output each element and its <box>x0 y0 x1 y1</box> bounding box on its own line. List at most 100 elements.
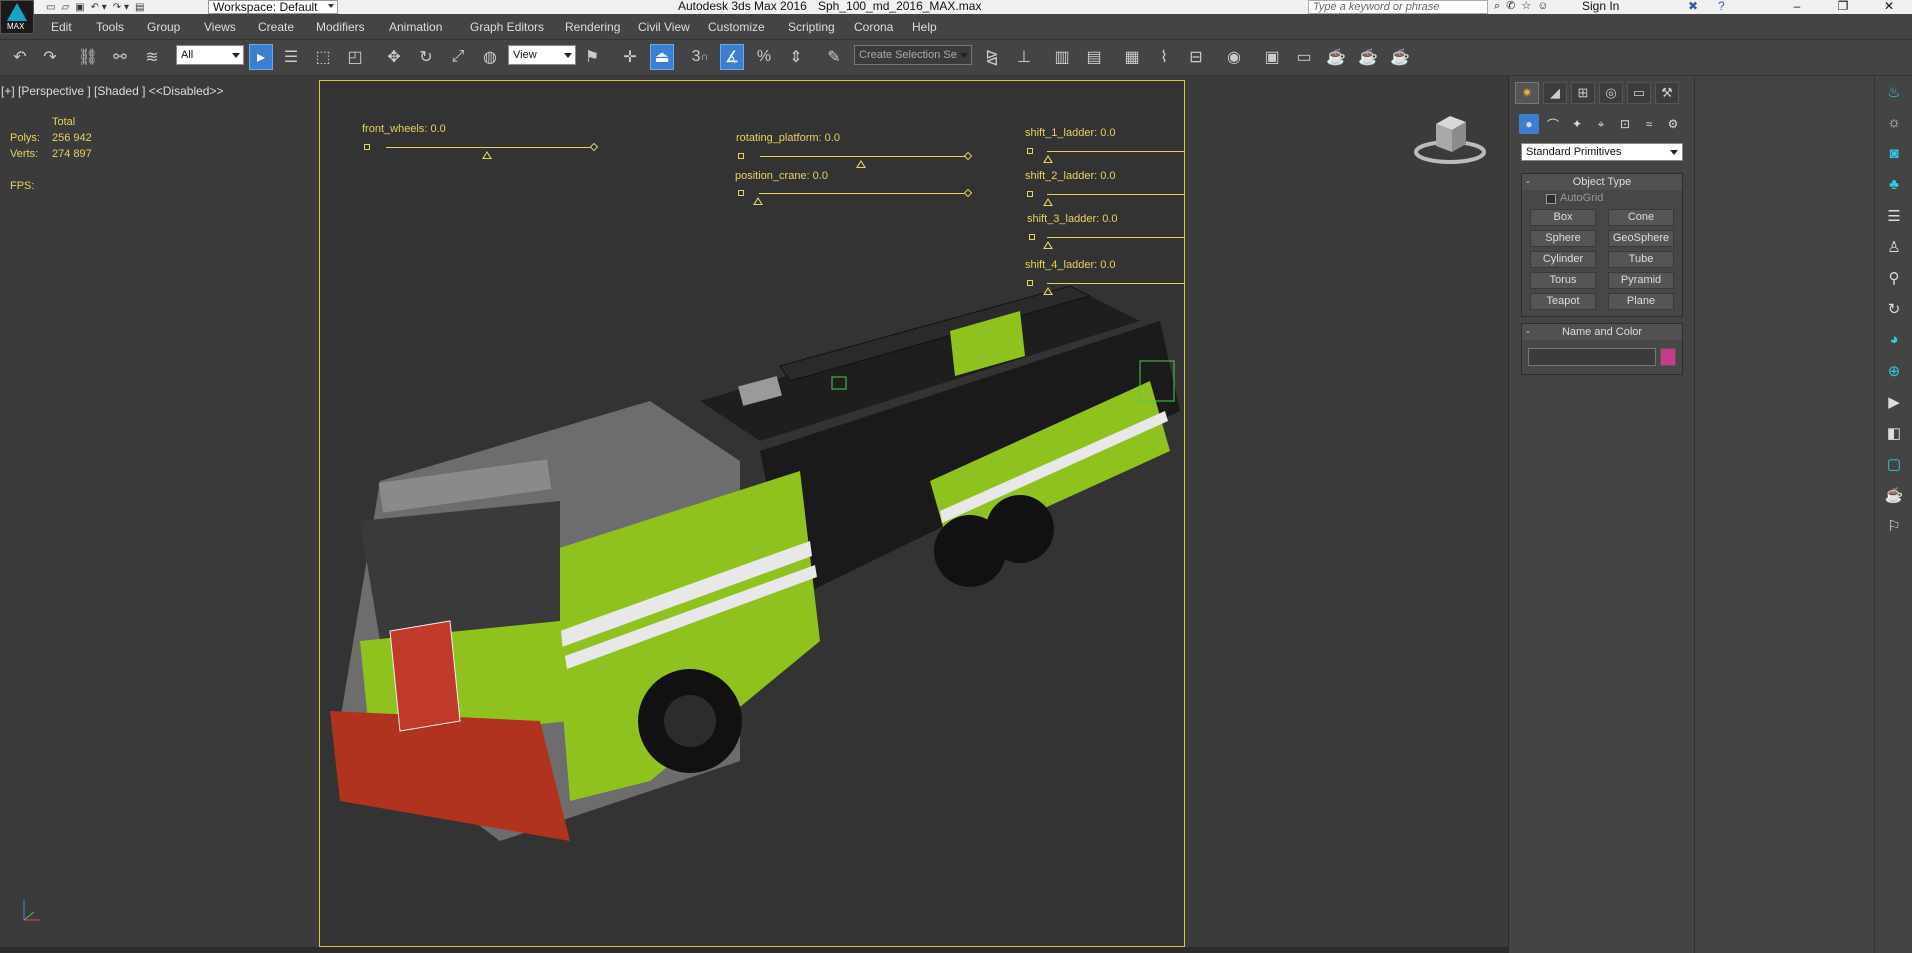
utilities-tab-icon[interactable]: ⚒ <box>1655 82 1679 104</box>
edit-named-selection-icon[interactable]: ✎ <box>822 44 846 70</box>
menu-rendering[interactable]: Rendering <box>565 20 620 34</box>
systems-icon[interactable]: ⚙ <box>1663 114 1683 134</box>
sun-icon[interactable]: ☼ <box>1875 107 1912 138</box>
user-icon[interactable]: ☺ <box>1537 0 1548 12</box>
menu-corona[interactable]: Corona <box>854 20 893 34</box>
light-bulb-icon[interactable]: ♨ <box>1875 76 1912 107</box>
menu-help[interactable]: Help <box>912 20 937 34</box>
slider-pointer-icon[interactable] <box>856 160 866 168</box>
video-camera-icon[interactable]: ◧ <box>1875 417 1912 448</box>
slider-pointer-icon[interactable] <box>753 197 763 205</box>
shift-1-ladder-slider[interactable]: shift_1_ladder: 0.0 <box>1025 127 1184 163</box>
create-tab-icon[interactable]: ✷ <box>1515 82 1539 104</box>
rotating-platform-slider[interactable]: rotating_platform: 0.0 <box>736 132 973 168</box>
trees-icon[interactable]: ♣ <box>1875 169 1912 200</box>
object-name-input[interactable] <box>1528 348 1657 366</box>
autogrid-checkbox-box[interactable] <box>1546 194 1556 204</box>
restore-button[interactable]: ❐ <box>1820 0 1866 14</box>
geometry-icon[interactable]: ● <box>1519 114 1539 134</box>
slider-handle[interactable] <box>738 190 744 196</box>
menu-modifiers[interactable]: Modifiers <box>316 20 365 34</box>
pyramid-button[interactable]: Pyramid <box>1608 272 1674 289</box>
reference-coordinate-dropdown[interactable]: View <box>508 45 576 65</box>
rendered-frame-window-icon[interactable]: ▭ <box>1292 44 1316 70</box>
globe-icon[interactable]: ◕ <box>1875 324 1912 355</box>
save-file-icon[interactable]: ▣ <box>75 2 84 13</box>
move-icon[interactable]: ✥ <box>382 44 406 70</box>
slider-handle[interactable] <box>364 144 370 150</box>
layer-explorer-icon[interactable]: ▥ <box>1050 44 1074 70</box>
schematic-view-icon[interactable]: ⊟ <box>1184 44 1208 70</box>
list-icon[interactable]: ☰ <box>1875 200 1912 231</box>
window-crossing-icon[interactable]: ◰ <box>343 44 367 70</box>
angle-snap-icon[interactable]: ∡ <box>720 44 744 70</box>
viewport-label[interactable]: [+] [Perspective ] [Shaded ] <<Disabled>… <box>1 84 223 98</box>
menu-animation[interactable]: Animation <box>389 20 442 34</box>
slider-pointer-icon[interactable] <box>1043 198 1053 206</box>
target-icon[interactable]: ⊕ <box>1875 355 1912 386</box>
frame-icon[interactable]: ▢ <box>1875 448 1912 479</box>
selection-filter-dropdown[interactable]: All <box>176 45 244 65</box>
lights-icon[interactable]: ✦ <box>1567 114 1587 134</box>
menu-civil-view[interactable]: Civil View <box>638 20 690 34</box>
app-logo[interactable]: MAX <box>0 0 34 34</box>
menu-views[interactable]: Views <box>204 20 236 34</box>
redo-icon[interactable]: ↷ ▾ <box>113 2 129 13</box>
menu-create[interactable]: Create <box>258 20 294 34</box>
close-button[interactable]: ✕ <box>1866 0 1912 14</box>
unlink-icon[interactable]: ⚯ <box>108 44 132 70</box>
binoculars-icon[interactable]: ⌕ <box>1494 0 1500 12</box>
render-online-icon[interactable] <box>1390 44 1414 70</box>
tube-button[interactable]: Tube <box>1608 251 1674 268</box>
workspace-dropdown[interactable]: Workspace: Default <box>208 0 338 14</box>
mirror-icon[interactable]: ⧎ <box>980 44 1004 70</box>
motion-tab-icon[interactable]: ◎ <box>1599 82 1623 104</box>
slider-handle[interactable] <box>1029 234 1035 240</box>
autogrid-checkbox[interactable]: AutoGrid <box>1522 190 1682 206</box>
material-editor-icon[interactable]: ◉ <box>1222 44 1246 70</box>
box-button[interactable]: Box <box>1530 209 1596 226</box>
sphere-button[interactable]: Sphere <box>1530 230 1596 247</box>
slider-handle[interactable] <box>1027 280 1033 286</box>
geosphere-button[interactable]: GeoSphere <box>1608 230 1674 247</box>
viewcube[interactable] <box>1414 112 1486 168</box>
shift-4-ladder-slider[interactable]: shift_4_ladder: 0.0 <box>1025 259 1184 295</box>
cone-button[interactable]: Cone <box>1608 209 1674 226</box>
scale-icon[interactable]: ⤢ <box>446 44 470 70</box>
slider-pointer-icon[interactable] <box>1043 155 1053 163</box>
helpers-icon[interactable]: ⊡ <box>1615 114 1635 134</box>
undo-icon[interactable]: ↶ <box>8 44 32 70</box>
torus-button[interactable]: Torus <box>1530 272 1596 289</box>
menu-group[interactable]: Group <box>147 20 180 34</box>
rectangular-selection-icon[interactable]: ⬚ <box>311 44 335 70</box>
rotate-icon[interactable]: ↻ <box>414 44 438 70</box>
menu-customize[interactable]: Customize <box>708 20 765 34</box>
minimize-button[interactable]: – <box>1774 0 1820 14</box>
sign-in-button[interactable]: Sign In <box>1582 0 1619 12</box>
render-setup-icon[interactable]: ▣ <box>1260 44 1284 70</box>
slider-handle[interactable] <box>1027 191 1033 197</box>
percent-snap-icon[interactable]: % <box>752 44 776 70</box>
slider-pointer-icon[interactable] <box>482 151 492 159</box>
scene-explorer-icon[interactable]: ▦ <box>1120 44 1144 70</box>
spinner-snap-icon[interactable]: ⇕ <box>784 44 808 70</box>
satellite-icon[interactable]: ✆ <box>1506 0 1515 12</box>
render-iterative-icon[interactable]: ☕ <box>1356 44 1380 70</box>
place-icon[interactable]: ◍ <box>478 44 502 70</box>
named-selection-dropdown[interactable]: Create Selection Se <box>854 45 972 65</box>
cameras-icon[interactable]: ⌖ <box>1591 114 1611 134</box>
position-crane-slider[interactable]: position_crane: 0.0 <box>735 170 973 205</box>
name-and-color-header[interactable]: - Name and Color <box>1522 324 1682 340</box>
pivot-center-icon[interactable]: ⚑ <box>580 44 604 70</box>
display-tab-icon[interactable]: ▭ <box>1627 82 1651 104</box>
front-wheels-slider[interactable]: front_wheels: 0.0 <box>362 123 599 159</box>
space-warps-icon[interactable]: ≈ <box>1639 114 1659 134</box>
slider-handle[interactable] <box>738 153 744 159</box>
plane-button[interactable]: Plane <box>1608 293 1674 310</box>
shapes-icon[interactable]: ⌒ <box>1543 114 1563 134</box>
object-type-header[interactable]: - Object Type <box>1522 174 1682 190</box>
undo-icon[interactable]: ↶ ▾ <box>91 2 107 13</box>
slider-pointer-icon[interactable] <box>1043 241 1053 249</box>
curve-editor-icon[interactable]: ⌇ <box>1152 44 1176 70</box>
redo-icon[interactable]: ↷ <box>38 44 62 70</box>
